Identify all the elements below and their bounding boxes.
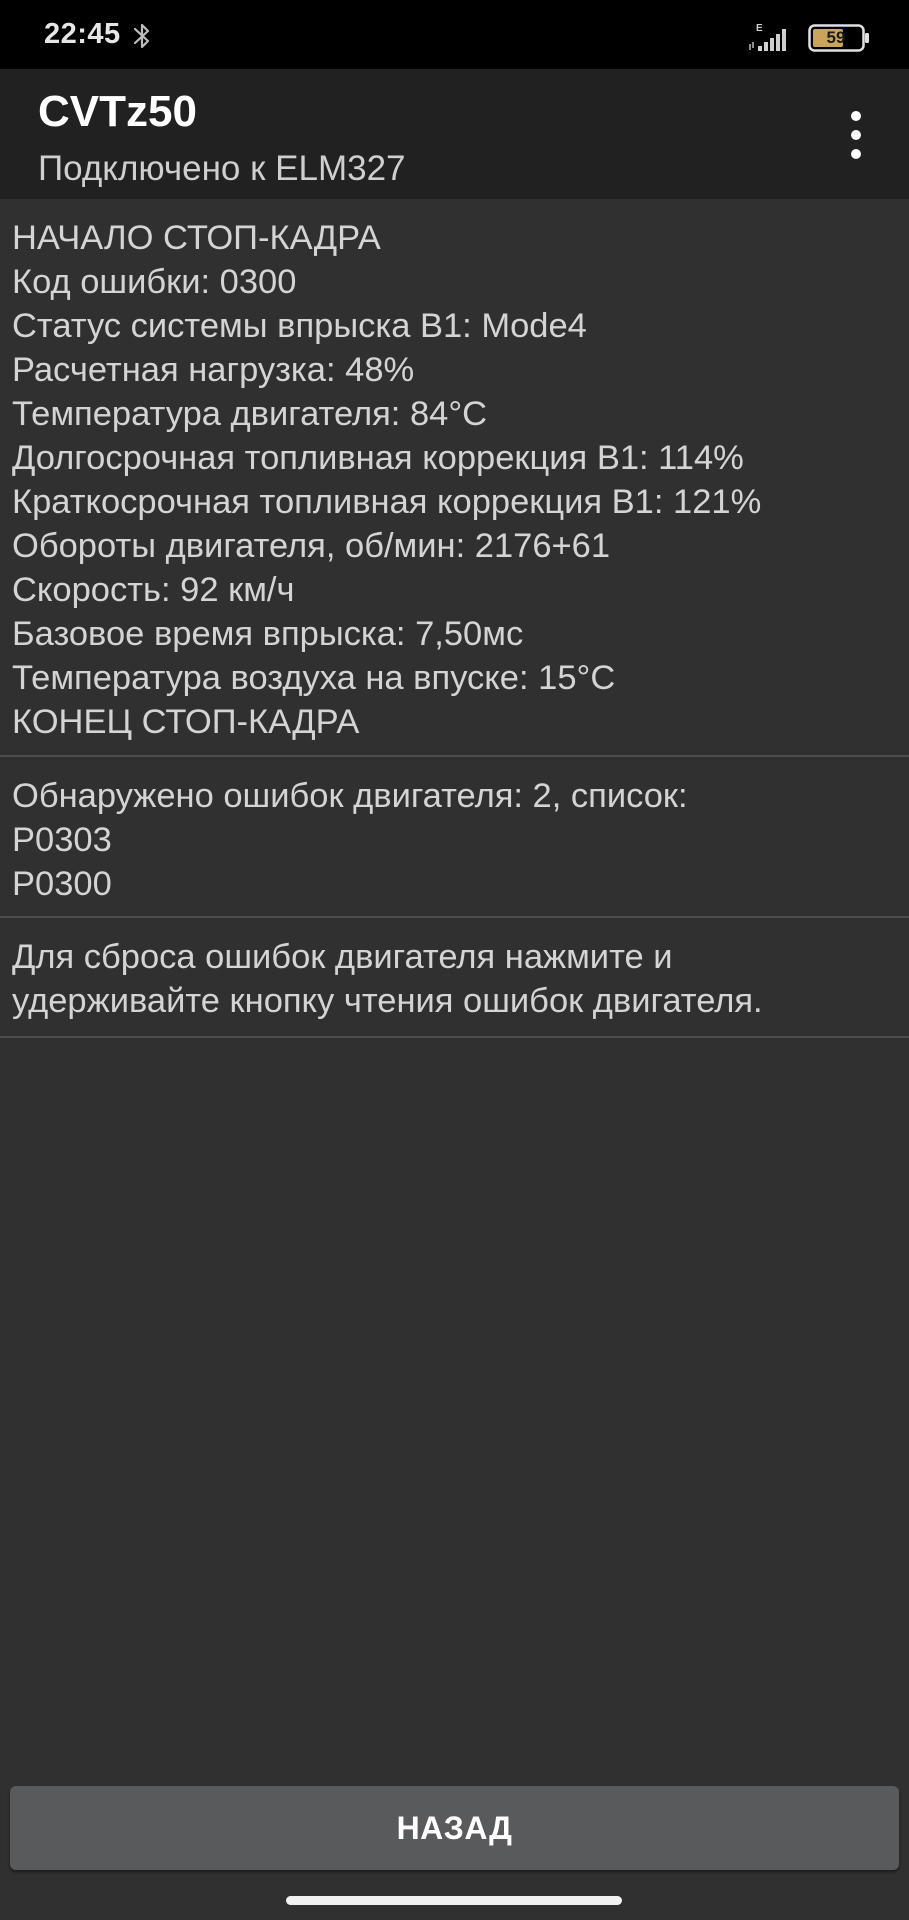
home-indicator[interactable]: [286, 1896, 622, 1905]
back-button[interactable]: НАЗАД: [10, 1786, 899, 1870]
engine-temperature: Температура двигателя: 84°C: [12, 395, 488, 433]
more-vert-icon-dot: [851, 130, 861, 140]
status-bar: 22:45 E 59: [0, 0, 909, 69]
freeze-frame-start: НАЧАЛО СТОП-КАДРА: [12, 219, 381, 257]
more-options-button[interactable]: [836, 107, 876, 163]
more-vert-icon-dot: [851, 149, 861, 159]
connection-status: Подключено к ELM327: [38, 149, 406, 188]
app-bar: CVTz50 Подключено к ELM327: [0, 69, 909, 199]
base-injection-time: Базовое время впрыска: 7,50мс: [12, 615, 524, 653]
errors-found-summary: Обнаружено ошибок двигателя: 2, список:: [12, 777, 688, 815]
reset-hint-line-1: Для сброса ошибок двигателя нажмите и: [12, 938, 673, 976]
calculated-load: Расчетная нагрузка: 48%: [12, 351, 415, 389]
bluetooth-icon: [133, 23, 150, 49]
engine-rpm: Обороты двигателя, об/мин: 2176+61: [12, 527, 611, 565]
network-type-label: E: [756, 23, 763, 34]
fuel-system-status: Статус системы впрыска B1: Mode4: [12, 307, 587, 345]
fault-code: Код ошибки: 0300: [12, 263, 297, 301]
long-term-fuel-trim: Долгосрочная топливная коррекция B1: 114…: [12, 439, 744, 477]
reset-hint-line-2: удерживайте кнопку чтения ошибок двигате…: [12, 982, 763, 1020]
short-term-fuel-trim: Краткосрочная топливная коррекция B1: 12…: [12, 483, 762, 521]
intake-air-temperature: Температура воздуха на впуске: 15°C: [12, 659, 616, 697]
errors-section: Обнаружено ошибок двигателя: 2, список: …: [0, 757, 909, 918]
app-title: CVTz50: [38, 87, 197, 136]
freeze-frame-end: КОНЕЦ СТОП-КАДРА: [12, 703, 360, 741]
battery-level: 59: [826, 28, 846, 47]
status-time: 22:45: [44, 18, 121, 50]
error-code-item: P0300: [12, 865, 112, 903]
vehicle-speed: Скорость: 92 км/ч: [12, 571, 295, 609]
more-vert-icon: [851, 111, 861, 121]
error-code-item: P0303: [12, 821, 112, 859]
signal-icon: E: [749, 23, 786, 51]
reset-hint-section: Для сброса ошибок двигателя нажмите и уд…: [0, 918, 909, 1038]
freeze-frame-section: НАЧАЛО СТОП-КАДРА Код ошибки: 0300 Стату…: [0, 199, 909, 757]
